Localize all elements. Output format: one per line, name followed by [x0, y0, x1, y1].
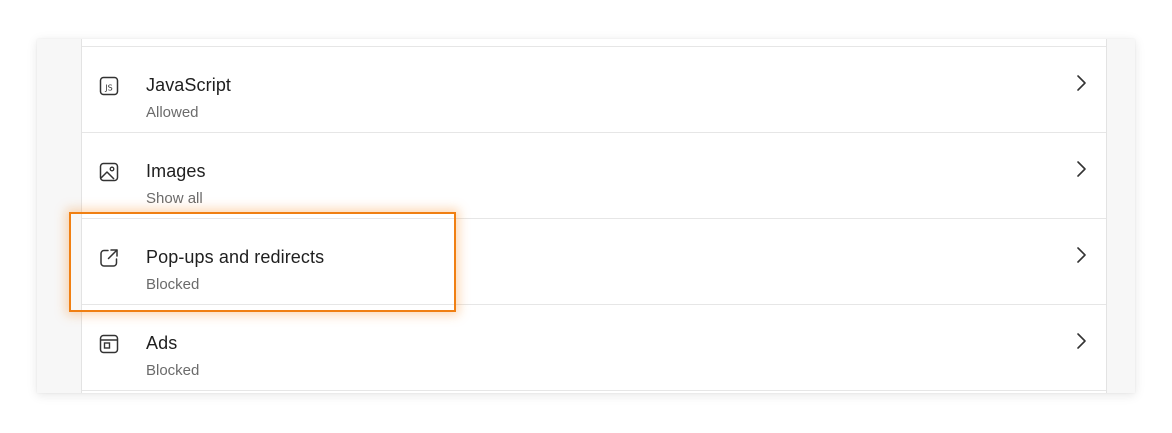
settings-item-status: Blocked — [146, 276, 200, 293]
chevron-right-icon — [1074, 246, 1088, 264]
site-permissions-list: JS JavaScript Allowed Images Show all Po… — [81, 39, 1107, 393]
settings-item-title: Images — [146, 161, 206, 181]
settings-item-ads[interactable]: Ads Blocked — [82, 305, 1106, 391]
chevron-right-icon — [1074, 160, 1088, 178]
ads-window-icon — [98, 333, 120, 355]
row-divider — [82, 390, 1106, 391]
javascript-icon: JS — [98, 75, 120, 97]
external-link-icon — [98, 247, 120, 269]
settings-item-popups-redirects[interactable]: Pop-ups and redirects Blocked — [82, 219, 1106, 305]
settings-item-images[interactable]: Images Show all — [82, 133, 1106, 219]
settings-item-status: Blocked — [146, 362, 200, 379]
settings-item-status: Allowed — [146, 104, 199, 121]
image-icon — [98, 161, 120, 183]
svg-text:JS: JS — [104, 84, 112, 93]
chevron-right-icon — [1074, 74, 1088, 92]
settings-item-status: Show all — [146, 190, 203, 207]
settings-item-title: Ads — [146, 333, 178, 353]
settings-window: JS JavaScript Allowed Images Show all Po… — [37, 39, 1135, 393]
chevron-right-icon — [1074, 332, 1088, 350]
settings-item-title: JavaScript — [146, 75, 232, 95]
settings-item-title: Pop-ups and redirects — [146, 247, 325, 267]
settings-item-javascript[interactable]: JS JavaScript Allowed — [82, 47, 1106, 133]
